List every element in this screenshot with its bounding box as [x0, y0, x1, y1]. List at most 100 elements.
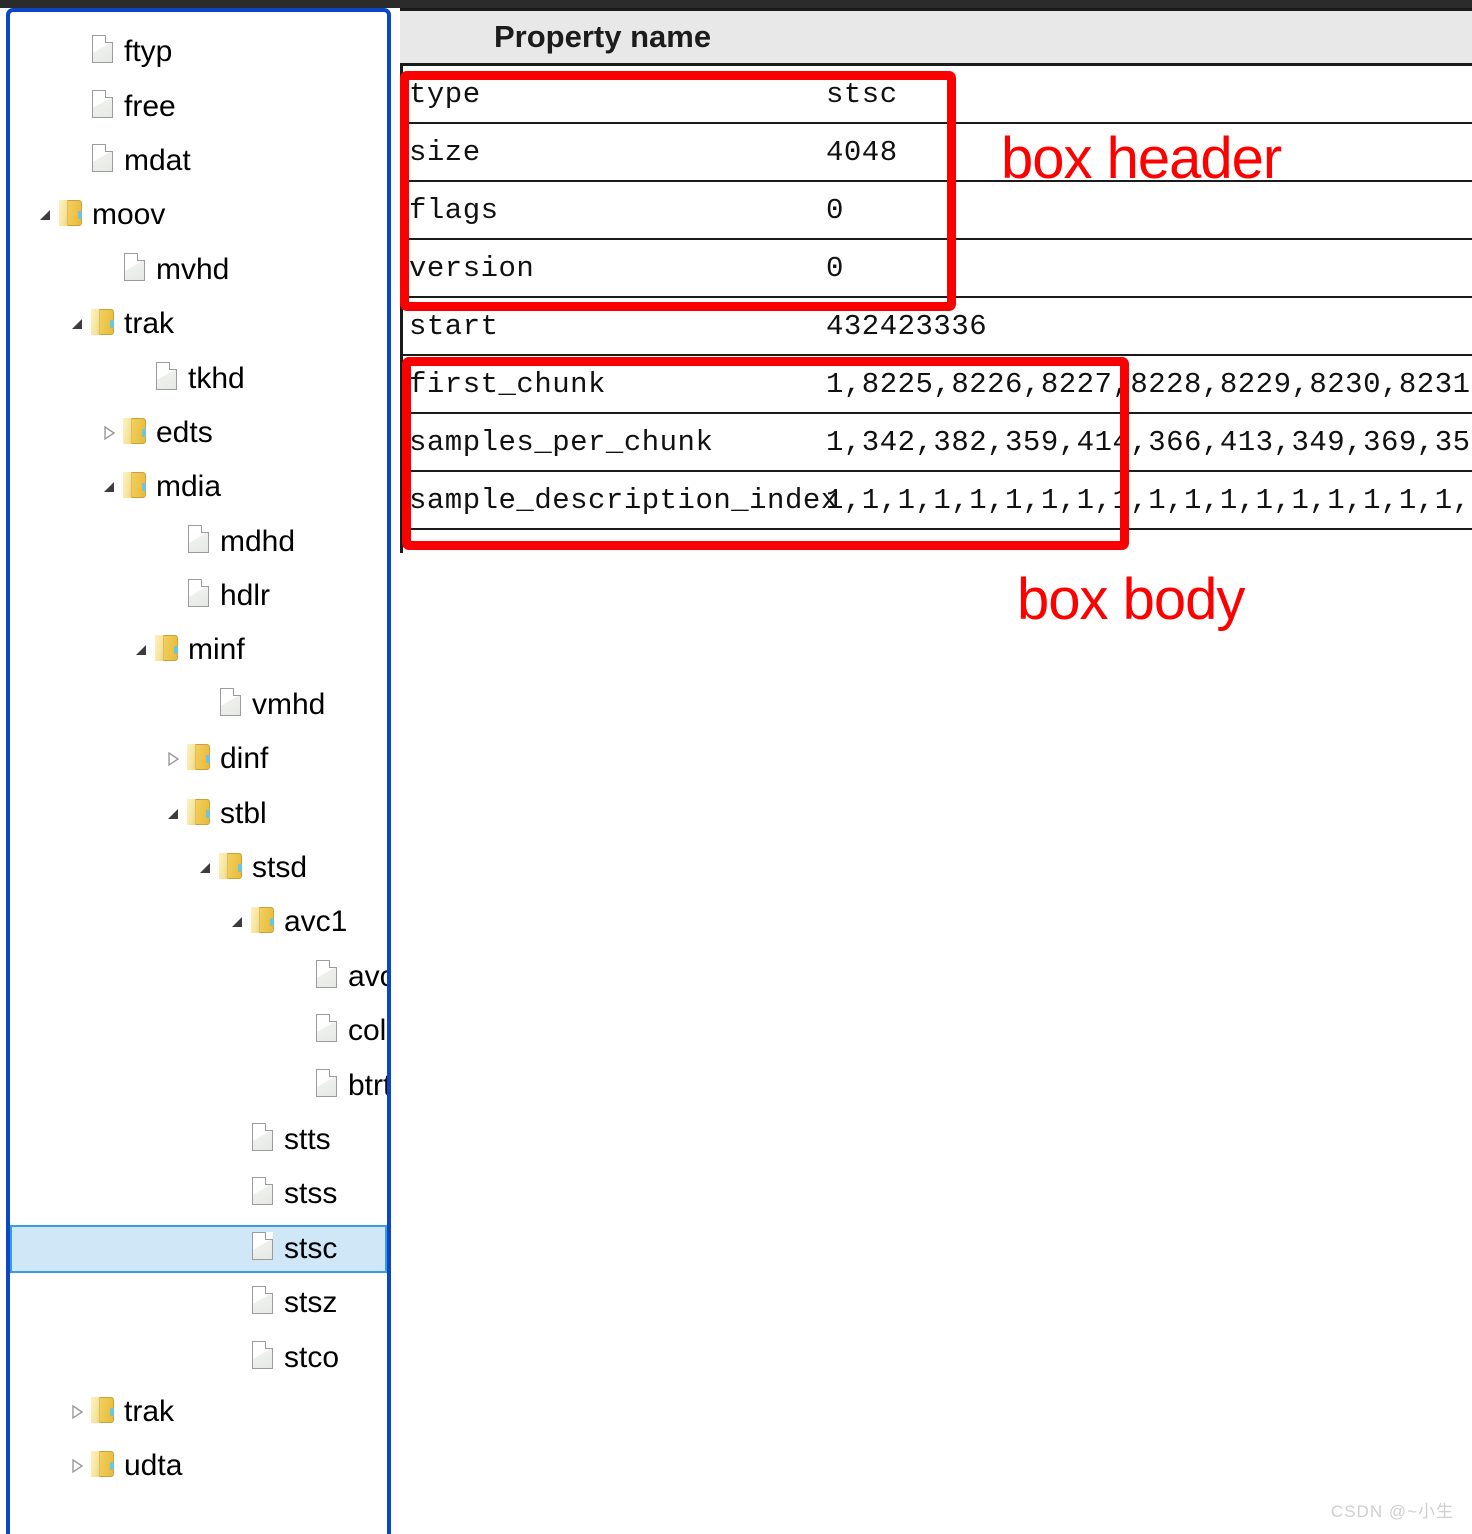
property-row[interactable]: start 432423336 — [400, 298, 1472, 356]
chevron-right-icon[interactable] — [162, 732, 184, 786]
tree-item-stco[interactable]: stco — [10, 1330, 387, 1384]
tree-item-udta[interactable]: udta — [10, 1439, 387, 1493]
tree-item-avc1[interactable]: avc1 — [10, 895, 387, 949]
tree-item-label: stss — [284, 1177, 338, 1211]
chevron-down-icon[interactable] — [98, 460, 120, 514]
property-value: 432423336 — [826, 309, 988, 343]
tree-item-label: moov — [92, 198, 166, 232]
tree-item-label: dinf — [220, 742, 269, 776]
tree-item-stts[interactable]: stts — [10, 1113, 387, 1167]
tree-item-moov[interactable]: moov — [10, 188, 387, 242]
tree-item-ftyp[interactable]: ftyp — [10, 25, 387, 79]
chevron-right-icon[interactable] — [98, 406, 120, 460]
tree-item-stsz[interactable]: stsz — [10, 1276, 387, 1330]
folder-latch-icon — [206, 755, 210, 764]
property-panel: Property name type stsc size 4048 flags 0 vers… — [400, 8, 1472, 1534]
tree-item-vmhd[interactable]: vmhd — [10, 678, 387, 732]
tree-item-dinf[interactable]: dinf — [10, 732, 387, 786]
tree-item-label: trak — [124, 1394, 175, 1428]
folder-icon — [216, 850, 246, 886]
file-icon — [216, 687, 246, 723]
tree-item-label: stts — [284, 1123, 331, 1156]
tree-item-trak[interactable]: trak — [10, 297, 387, 351]
tree-item-colr[interactable]: colr — [10, 1004, 387, 1058]
file-icon — [248, 1231, 278, 1267]
chevron-down-icon[interactable] — [162, 787, 184, 841]
tree-item-tkhd[interactable]: tkhd — [10, 351, 387, 405]
tree-item-label: trak — [124, 307, 175, 341]
folder-icon — [120, 469, 150, 505]
tree-item-stsc[interactable]: stsc — [10, 1222, 387, 1276]
tree-item-label: vmhd — [252, 687, 326, 721]
box-tree-panel[interactable]: ftyp free mdat moov mvhd trak tkhd edts mdia mdhd… — [6, 8, 391, 1534]
file-icon — [248, 1122, 278, 1158]
folder-icon — [120, 415, 150, 451]
tree-item-stbl[interactable]: stbl — [10, 786, 387, 840]
table-left-border — [400, 66, 403, 553]
property-key: start — [409, 309, 499, 343]
folder-latch-icon — [174, 646, 178, 655]
tree-item-label: tkhd — [188, 361, 245, 395]
folder-icon — [88, 1394, 118, 1430]
chevron-down-icon[interactable] — [66, 297, 88, 351]
property-value: 0 — [826, 193, 844, 227]
property-table-header[interactable]: Property name — [400, 8, 1472, 66]
chevron-down-icon[interactable] — [34, 188, 56, 242]
folder-icon — [184, 741, 214, 777]
folder-icon — [88, 1448, 118, 1484]
property-key: flags — [409, 193, 499, 227]
property-key: first_chunk — [409, 367, 606, 401]
tree-item-label: minf — [188, 633, 245, 667]
folder-latch-icon — [142, 483, 146, 492]
tree-item-mdat[interactable]: mdat — [10, 134, 387, 188]
box-tree-list[interactable]: ftyp free mdat moov mvhd trak tkhd edts mdia mdhd… — [10, 12, 387, 1494]
tree-item-edts[interactable]: edts — [10, 406, 387, 460]
property-row[interactable]: size 4048 — [400, 124, 1472, 182]
folder-icon — [248, 904, 278, 940]
tree-item-label: avcC — [348, 959, 387, 993]
tree-item-label: btrt — [348, 1068, 391, 1102]
chevron-down-icon[interactable] — [226, 895, 248, 949]
file-icon — [312, 959, 342, 995]
chevron-down-icon[interactable] — [194, 841, 216, 895]
property-table-body[interactable]: type stsc size 4048 flags 0 version 0 start 43242… — [400, 66, 1472, 530]
property-row[interactable]: type stsc — [400, 66, 1472, 124]
tree-item-label: stsd — [252, 851, 308, 885]
tree-item-mvhd[interactable]: mvhd — [10, 243, 387, 297]
tree-item-avcC[interactable]: avcC — [10, 950, 387, 1004]
chevron-down-icon[interactable] — [130, 623, 152, 677]
folder-latch-icon — [206, 809, 210, 818]
tree-item-stsd[interactable]: stsd — [10, 841, 387, 895]
property-row[interactable]: samples_per_chunk 1,342,382,359,414,366,4… — [400, 414, 1472, 472]
tree-item-mdhd[interactable]: mdhd — [10, 515, 387, 569]
tree-item-minf[interactable]: minf — [10, 623, 387, 677]
tree-item-label: colr — [348, 1014, 387, 1048]
tree-item-label: mvhd — [156, 252, 230, 286]
property-row[interactable]: sample_description_index 1,1,1,1,1,1,1,1,… — [400, 472, 1472, 530]
title-bar-strip — [0, 0, 1472, 8]
tree-item-mdia[interactable]: mdia — [10, 460, 387, 514]
column-header-property-name: Property name — [494, 19, 712, 54]
property-row[interactable]: flags 0 — [400, 182, 1472, 240]
tree-item-hdlr[interactable]: hdlr — [10, 569, 387, 623]
property-value: 1,1,1,1,1,1,1,1,1,1,1,1,1,1,1,1,1,1,1,1,… — [826, 483, 1472, 517]
tree-item-btrt[interactable]: btrt — [10, 1058, 387, 1112]
tree-item-label: stsz — [284, 1286, 338, 1320]
chevron-right-icon[interactable] — [66, 1439, 88, 1493]
tree-item-label: avc1 — [284, 905, 348, 939]
tree-item-free[interactable]: free — [10, 79, 387, 133]
tree-item-stss[interactable]: stss — [10, 1167, 387, 1221]
folder-latch-icon — [270, 918, 274, 927]
property-row[interactable]: version 0 — [400, 240, 1472, 298]
box-header-annotation-label: box header — [1001, 126, 1282, 191]
tree-item-trak[interactable]: trak — [10, 1385, 387, 1439]
chevron-right-icon[interactable] — [66, 1385, 88, 1439]
property-table[interactable]: Property name type stsc size 4048 flags 0 vers… — [400, 8, 1472, 530]
property-row[interactable]: first_chunk 1,8225,8226,8227,8228,8229,82… — [400, 356, 1472, 414]
